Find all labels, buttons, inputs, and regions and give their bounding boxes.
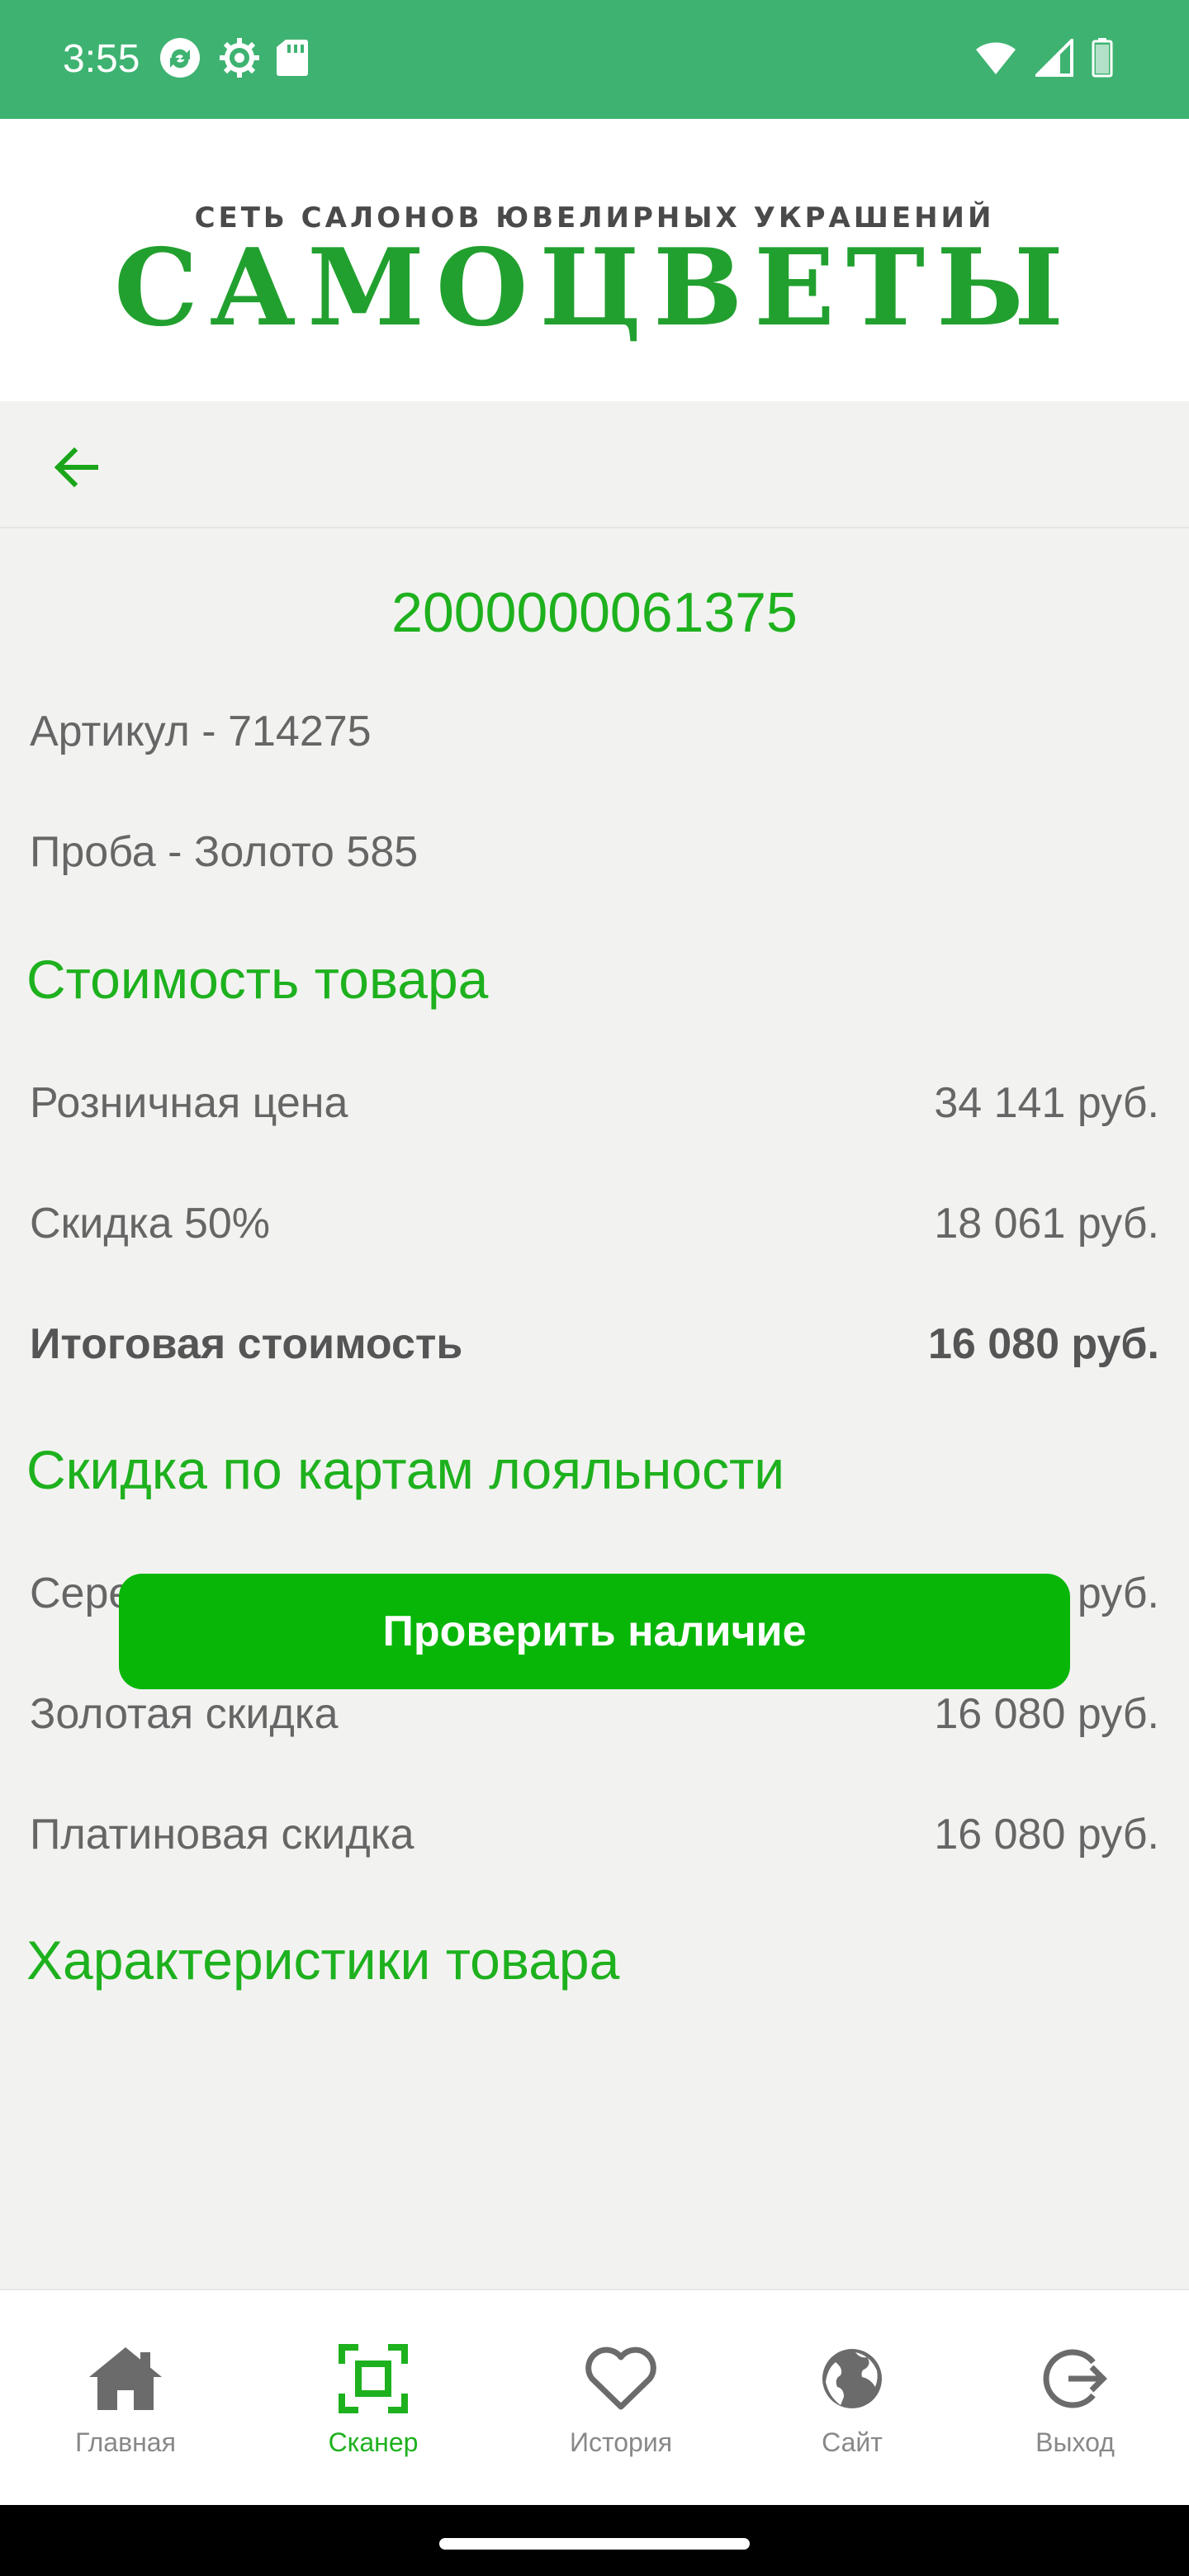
retail-price-row: Розничная цена 34 141 руб. <box>30 1077 1159 1129</box>
arrow-left-icon <box>54 447 98 488</box>
scanner-icon <box>332 2342 414 2416</box>
signal-icon <box>1033 36 1073 81</box>
bottom-navigation: Главная Сканер История Сайт Выход <box>0 2289 1189 2505</box>
globe-icon <box>811 2342 893 2416</box>
characteristics-section-title[interactable]: Характеристики товара <box>26 1927 619 1993</box>
product-assay: Проба - Золото 585 <box>30 828 419 876</box>
nav-label: Главная <box>75 2427 176 2457</box>
wifi-icon <box>974 40 1017 80</box>
battery-icon <box>1092 37 1113 82</box>
status-bar: 3:55 <box>0 0 1189 119</box>
loyalty-section-title: Скидка по картам лояльности <box>26 1439 785 1500</box>
platinum-discount-row: Платиновая скидка 16 080 руб. <box>30 1808 1159 1861</box>
nav-item-history[interactable]: История <box>555 2290 687 2507</box>
price-value: 16 080 руб. <box>934 1690 1159 1738</box>
app-header: СЕТЬ САЛОНОВ ЮВЕЛИРНЫХ УКРАШЕНИЙ САМОЦВЕ… <box>0 119 1189 401</box>
system-navigation-bar <box>0 2505 1189 2576</box>
nav-label: Сканер <box>328 2427 419 2457</box>
product-barcode: 2000000061375 <box>391 581 798 644</box>
nav-item-logout[interactable]: Выход <box>1009 2290 1141 2507</box>
sd-card-icon <box>276 38 309 82</box>
settings-icon <box>218 36 261 83</box>
price-label: Розничная цена <box>30 1079 348 1127</box>
back-button[interactable] <box>43 434 109 500</box>
price-value: 16 080 руб. <box>934 1811 1159 1859</box>
status-icons-left <box>157 36 309 83</box>
price-label: Платиновая скидка <box>30 1811 414 1859</box>
nav-item-home[interactable]: Главная <box>59 2290 192 2507</box>
nav-label: Выход <box>1035 2427 1115 2457</box>
logout-icon <box>1034 2342 1116 2416</box>
price-value: 18 061 руб. <box>934 1200 1159 1248</box>
price-label: Скидка 50% <box>30 1200 271 1248</box>
gold-discount-row: Золотая скидка 16 080 руб. <box>30 1688 1159 1740</box>
nav-label: История <box>569 2427 673 2457</box>
check-availability-button[interactable]: Проверить наличие <box>119 1574 1070 1689</box>
price-label: Золотая скидка <box>30 1690 339 1738</box>
price-value: 16 080 руб. <box>927 1320 1159 1368</box>
total-price-row: Итоговая стоимость 16 080 руб. <box>30 1318 1159 1371</box>
price-value: 34 141 руб. <box>934 1079 1159 1127</box>
product-article: Артикул - 714275 <box>30 708 372 755</box>
home-icon <box>84 2342 167 2416</box>
logo-title: САМОЦВЕТЫ <box>114 226 1075 350</box>
status-time: 3:55 <box>63 37 140 81</box>
discount-row: Скидка 50% 18 061 руб. <box>30 1197 1159 1250</box>
nav-label: Сайт <box>822 2427 883 2457</box>
toolbar <box>0 401 1189 528</box>
price-label: Итоговая стоимость <box>30 1320 463 1368</box>
home-gesture-handle[interactable] <box>439 2538 750 2550</box>
heart-icon <box>580 2342 662 2416</box>
nav-item-scanner[interactable]: Сканер <box>307 2290 439 2507</box>
status-icons-right <box>974 36 1113 83</box>
nav-item-site[interactable]: Сайт <box>786 2290 918 2507</box>
sync-icon <box>157 35 203 85</box>
cost-section-title: Стоимость товара <box>26 949 489 1010</box>
